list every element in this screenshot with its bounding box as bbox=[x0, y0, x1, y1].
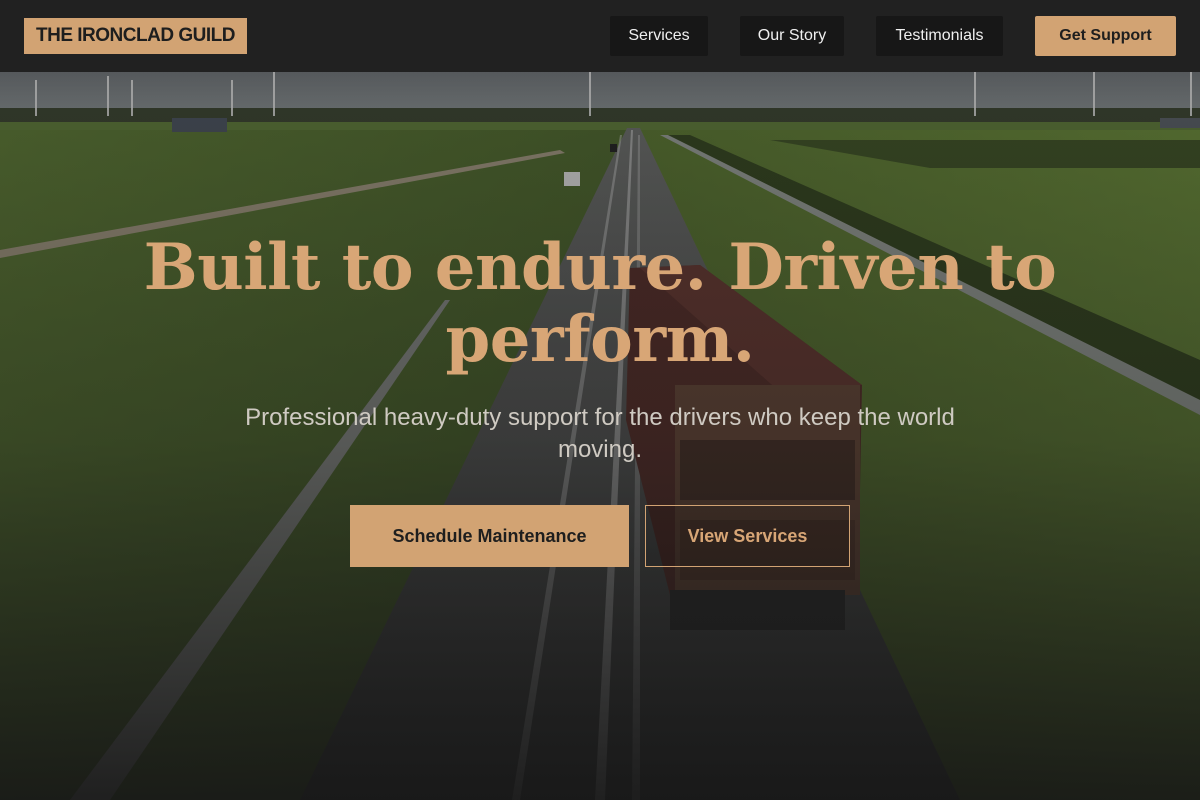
nav-link-testimonials[interactable]: Testimonials bbox=[876, 16, 1003, 56]
hero-section bbox=[0, 0, 1200, 800]
view-services-button[interactable]: View Services bbox=[645, 505, 850, 567]
brand-logo[interactable]: THE IRONCLAD GUILD bbox=[24, 18, 247, 54]
hero-subheadline: Professional heavy-duty support for the … bbox=[245, 404, 955, 463]
navbar: THE IRONCLAD GUILD Services Our Story Te… bbox=[0, 0, 1200, 72]
schedule-maintenance-button[interactable]: Schedule Maintenance bbox=[350, 505, 629, 567]
get-support-button[interactable]: Get Support bbox=[1035, 16, 1176, 56]
nav-link-our-story[interactable]: Our Story bbox=[740, 16, 844, 56]
nav-link-services[interactable]: Services bbox=[610, 16, 708, 56]
hero-headline: Built to endure. Driven to perform. bbox=[143, 230, 1057, 377]
hero-overlay bbox=[0, 0, 1200, 800]
